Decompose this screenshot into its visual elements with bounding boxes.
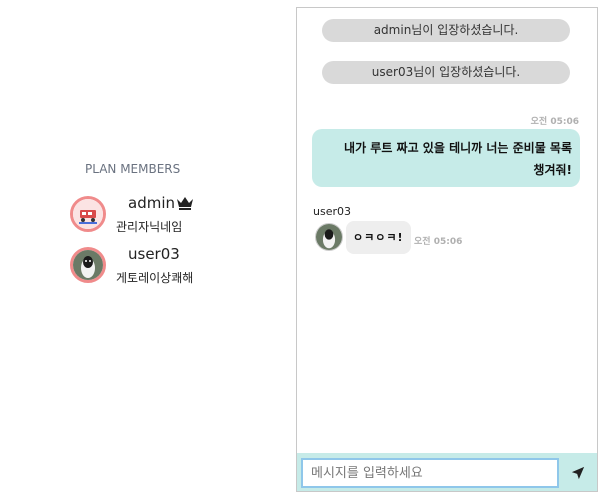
- system-notice: user03님이 입장하셨습니다.: [322, 61, 570, 84]
- message-sender: user03: [313, 205, 351, 218]
- member-item-admin[interactable]: admin 관리자닉네임: [70, 194, 270, 238]
- my-message-bubble: 내가 루트 짜고 있을 테니까 너는 준비물 목록 챙겨줘!: [312, 129, 580, 187]
- message-input-bar: [297, 453, 597, 491]
- send-icon: [571, 466, 585, 480]
- avatar: [70, 196, 106, 232]
- member-item-user03[interactable]: user03 게토레이상쾌해: [70, 245, 270, 289]
- sender-avatar: [315, 223, 343, 251]
- member-nickname: 게토레이상쾌해: [116, 271, 194, 285]
- members-title: PLAN MEMBERS: [85, 162, 181, 176]
- message-time: 오전 05:06: [530, 117, 579, 127]
- member-name: user03: [128, 245, 180, 263]
- system-notice: admin님이 입장하셨습니다.: [322, 19, 570, 42]
- send-button[interactable]: [563, 458, 593, 488]
- member-nickname: 관리자닉네임: [116, 220, 183, 234]
- crown-icon: [177, 197, 193, 210]
- their-message-bubble: ㅇㅋㅇㅋ!: [346, 221, 411, 254]
- avatar: [70, 247, 106, 283]
- message-input[interactable]: [301, 458, 559, 488]
- chat-panel: admin님이 입장하셨습니다. user03님이 입장하셨습니다. 오전 05…: [296, 7, 598, 492]
- message-time: 오전 05:06: [414, 237, 463, 247]
- member-name: admin: [128, 194, 175, 212]
